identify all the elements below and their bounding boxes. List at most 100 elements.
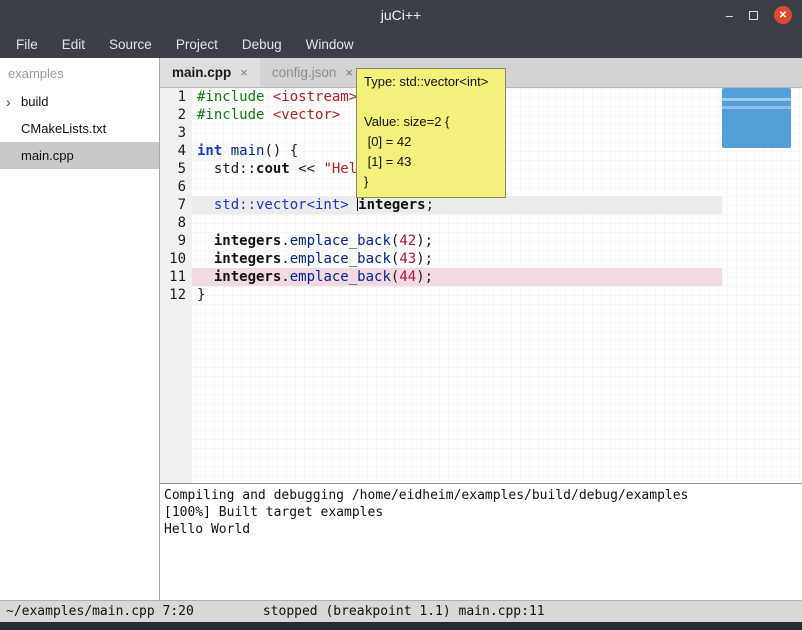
- tab-label: main.cpp: [172, 65, 231, 80]
- sidebar-item-cmakelists-txt[interactable]: CMakeLists.txt: [0, 115, 159, 142]
- code-token: [264, 107, 272, 123]
- sidebar-item-build[interactable]: ›build: [0, 88, 159, 115]
- code-text: integers.emplace_back(42);: [192, 232, 722, 250]
- tooltip-line: }: [364, 172, 498, 192]
- terminal-output[interactable]: Compiling and debugging /home/eidheim/ex…: [160, 483, 802, 600]
- chevron-right-icon[interactable]: ›: [6, 94, 21, 110]
- menu-item-window[interactable]: Window: [294, 37, 366, 52]
- code-token: std::vector<int>: [214, 197, 349, 213]
- file-label: main.cpp: [21, 148, 74, 163]
- code-line-10[interactable]: 10 integers.emplace_back(43);: [160, 250, 722, 268]
- code-token: );: [416, 269, 433, 285]
- line-number[interactable]: 12: [160, 286, 192, 304]
- project-name: examples: [0, 58, 159, 88]
- code-token: #include: [197, 107, 264, 123]
- file-label: build: [21, 94, 48, 109]
- code-token: int: [197, 143, 222, 159]
- code-token: [197, 269, 214, 285]
- code-token: [197, 251, 214, 267]
- code-token: integers: [214, 269, 281, 285]
- line-number[interactable]: 1: [160, 88, 192, 106]
- code-token: 44: [399, 269, 416, 285]
- code-token: cout: [256, 161, 290, 177]
- line-number[interactable]: 9: [160, 232, 192, 250]
- line-number[interactable]: 11: [160, 268, 192, 286]
- menu-item-project[interactable]: Project: [164, 37, 230, 52]
- restore-icon: [749, 11, 758, 20]
- code-token: [197, 233, 214, 249]
- code-text: }: [192, 286, 722, 304]
- code-token: [222, 143, 230, 159]
- code-token: ;: [426, 197, 434, 213]
- close-icon[interactable]: ×: [240, 65, 248, 80]
- tab-label: config.json: [272, 65, 337, 80]
- code-token: .: [281, 251, 289, 267]
- tooltip-line: [0] = 42: [364, 132, 498, 152]
- close-icon[interactable]: ×: [345, 65, 353, 80]
- code-text: [192, 214, 722, 232]
- code-token: () {: [264, 143, 298, 159]
- tooltip-line: Type: std::vector<int>: [364, 72, 498, 92]
- close-icon: ✕: [779, 10, 787, 21]
- code-text: integers.emplace_back(43);: [192, 250, 722, 268]
- code-line-12[interactable]: 12}: [160, 286, 722, 304]
- line-number[interactable]: 7: [160, 196, 192, 214]
- code-token: );: [416, 233, 433, 249]
- line-number[interactable]: 2: [160, 106, 192, 124]
- code-token: <iostream>: [273, 89, 357, 105]
- tab-config-json[interactable]: config.json ×: [260, 58, 365, 87]
- code-text: std::vector<int> integers;: [192, 196, 722, 214]
- debug-tooltip: Type: std::vector<int>Value: size=2 { [0…: [356, 68, 506, 198]
- code-token: main: [231, 143, 265, 159]
- sidebar-item-main-cpp[interactable]: main.cpp: [0, 142, 159, 169]
- code-token: emplace_back: [290, 269, 391, 285]
- menu-bar: FileEditSourceProjectDebugWindow: [0, 30, 802, 58]
- code-token: .: [281, 233, 289, 249]
- code-token: );: [416, 251, 433, 267]
- close-button[interactable]: ✕: [774, 6, 792, 24]
- window-edge: [0, 622, 802, 630]
- line-number[interactable]: 6: [160, 178, 192, 196]
- code-token: integers: [214, 251, 281, 267]
- terminal-line: [100%] Built target examples: [164, 504, 798, 521]
- code-token: <<: [290, 161, 324, 177]
- code-line-8[interactable]: 8: [160, 214, 722, 232]
- code-token: [197, 197, 214, 213]
- line-number[interactable]: 4: [160, 142, 192, 160]
- code-line-7[interactable]: 7 std::vector<int> integers;: [160, 196, 722, 214]
- window-title: juCi++: [0, 7, 802, 23]
- app-window: juCi++ – ✕ FileEditSourceProjectDebugWin…: [0, 0, 802, 630]
- menu-item-debug[interactable]: Debug: [230, 37, 294, 52]
- code-token: integers: [358, 197, 425, 213]
- file-tree: ›build CMakeLists.txt main.cpp: [0, 88, 159, 169]
- code-token: 42: [399, 233, 416, 249]
- code-token: [349, 197, 357, 213]
- menu-item-file[interactable]: File: [4, 37, 50, 52]
- tab-main-cpp[interactable]: main.cpp ×: [160, 58, 260, 87]
- menu-item-source[interactable]: Source: [97, 37, 164, 52]
- code-token: integers: [214, 233, 281, 249]
- code-token: }: [197, 287, 205, 303]
- line-number[interactable]: 5: [160, 160, 192, 178]
- window-controls: – ✕: [726, 0, 792, 30]
- line-number[interactable]: 10: [160, 250, 192, 268]
- line-number[interactable]: 3: [160, 124, 192, 142]
- line-number[interactable]: 8: [160, 214, 192, 232]
- status-debug-state: stopped (breakpoint 1.1) main.cpp:11: [263, 604, 545, 619]
- code-token: [264, 89, 272, 105]
- terminal-line: Hello World: [164, 521, 798, 538]
- code-line-9[interactable]: 9 integers.emplace_back(42);: [160, 232, 722, 250]
- code-token: 43: [399, 251, 416, 267]
- code-token: .: [281, 269, 289, 285]
- code-text: integers.emplace_back(44);: [192, 268, 722, 286]
- file-label: CMakeLists.txt: [21, 121, 106, 136]
- minimize-button[interactable]: –: [726, 8, 733, 23]
- code-line-11[interactable]: 11 integers.emplace_back(44);: [160, 268, 722, 286]
- tooltip-line: [364, 92, 498, 112]
- scroll-overview[interactable]: [722, 88, 791, 148]
- menu-item-edit[interactable]: Edit: [50, 37, 97, 52]
- terminal-line: Compiling and debugging /home/eidheim/ex…: [164, 487, 798, 504]
- code-token: emplace_back: [290, 251, 391, 267]
- tooltip-line: Value: size=2 {: [364, 112, 498, 132]
- maximize-button[interactable]: [749, 11, 758, 20]
